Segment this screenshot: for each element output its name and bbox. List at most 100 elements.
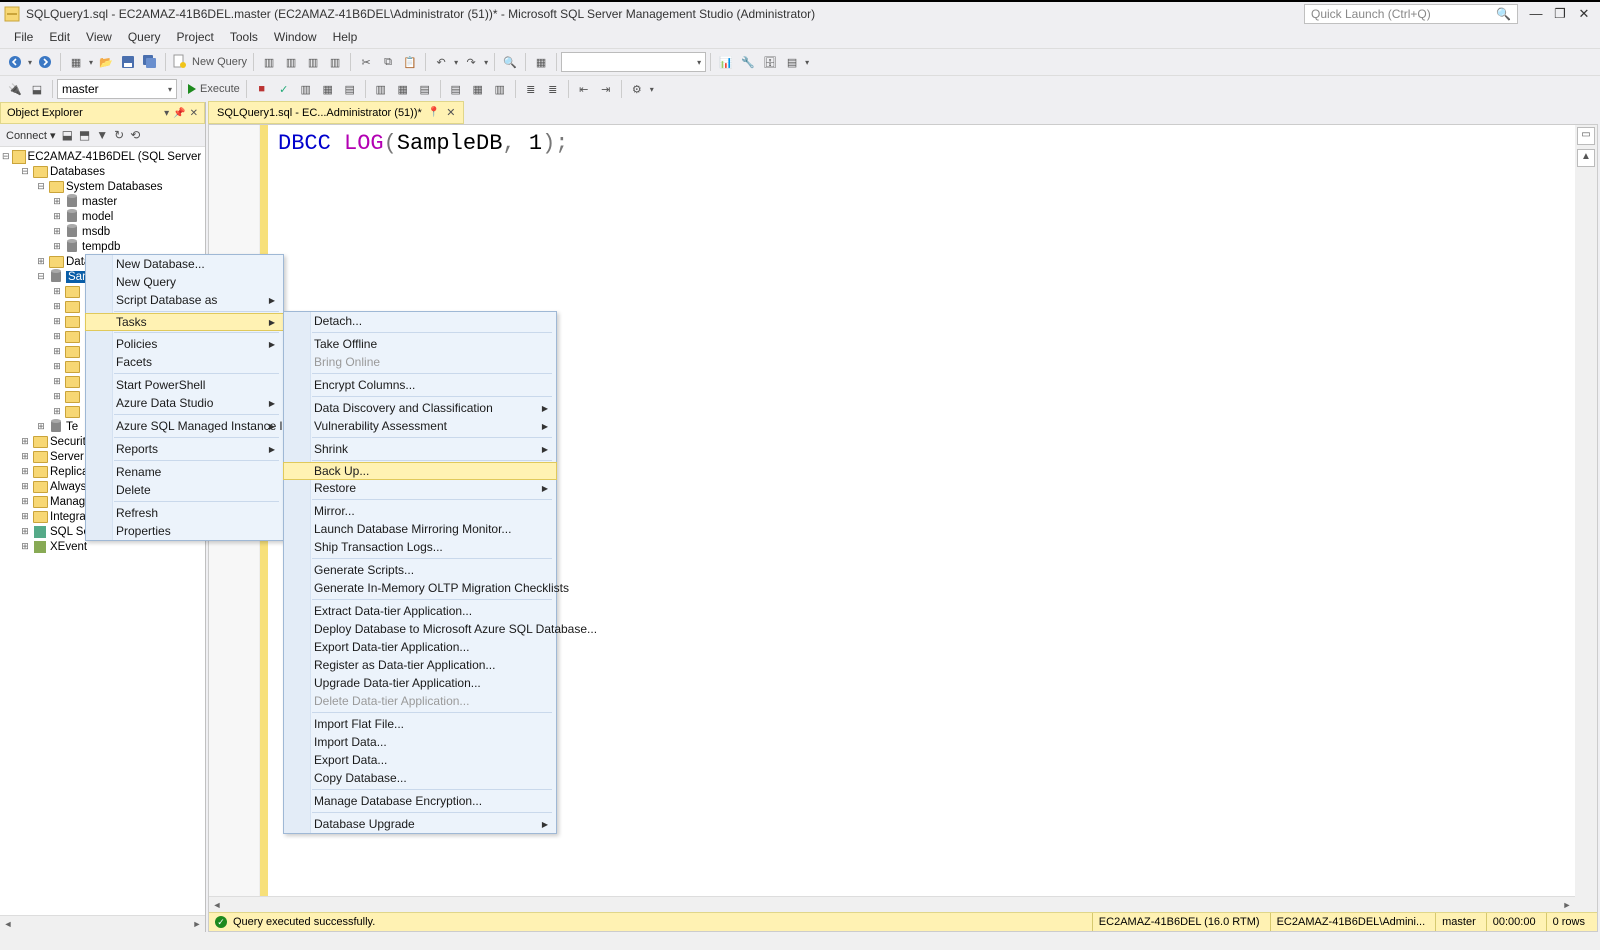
expander-icon[interactable]: ⊞ bbox=[20, 451, 30, 462]
menu-item[interactable]: Reports▶ bbox=[86, 440, 283, 458]
as-dmx-icon[interactable]: ▥ bbox=[304, 52, 322, 72]
expander-icon[interactable]: ⊞ bbox=[36, 421, 46, 432]
tree-node[interactable]: ⊞model bbox=[0, 209, 205, 224]
expander-icon[interactable]: ⊞ bbox=[52, 316, 62, 327]
expander-icon[interactable]: ⊟ bbox=[36, 271, 46, 282]
new-project-dropdown[interactable]: ▾ bbox=[89, 52, 93, 72]
tree-hscroll[interactable]: ◄ ► bbox=[0, 915, 205, 932]
decrease-indent-icon[interactable]: ⇤ bbox=[575, 79, 593, 99]
menu-tools[interactable]: Tools bbox=[222, 30, 266, 44]
menu-item[interactable]: Database Upgrade▶ bbox=[284, 815, 556, 833]
filter-icon[interactable]: ▼ bbox=[96, 128, 108, 142]
menu-item[interactable]: Refresh bbox=[86, 504, 283, 522]
expander-icon[interactable]: ⊞ bbox=[20, 481, 30, 492]
history-dropdown[interactable]: ▾ bbox=[28, 52, 32, 72]
menu-item[interactable]: Mirror... bbox=[284, 502, 556, 520]
maximize-button[interactable]: ❐ bbox=[1548, 5, 1572, 23]
results-to-grid-icon[interactable]: ▦ bbox=[469, 79, 487, 99]
redo-button[interactable]: ↷ bbox=[462, 52, 480, 72]
refresh-icon[interactable]: ↻ bbox=[114, 128, 124, 142]
expander-icon[interactable]: ⊞ bbox=[52, 196, 62, 207]
menu-item[interactable]: Detach... bbox=[284, 312, 556, 330]
expander-icon[interactable]: ⊞ bbox=[20, 526, 30, 537]
expander-icon[interactable]: ⊟ bbox=[36, 181, 46, 192]
close-button[interactable]: ✕ bbox=[1572, 5, 1596, 23]
find-icon[interactable]: 🔍 bbox=[501, 52, 519, 72]
cut-button[interactable]: ✂ bbox=[357, 52, 375, 72]
expander-icon[interactable]: ⊟ bbox=[2, 151, 10, 162]
save-all-button[interactable] bbox=[141, 52, 159, 72]
navigate-back-button[interactable] bbox=[6, 52, 24, 72]
quick-launch-search[interactable]: Quick Launch (Ctrl+Q) 🔍 bbox=[1304, 4, 1518, 24]
menu-item[interactable]: Policies▶ bbox=[86, 335, 283, 353]
expander-icon[interactable]: ⊞ bbox=[52, 226, 62, 237]
tree-node[interactable]: ⊞tempdb bbox=[0, 239, 205, 254]
expander-icon[interactable]: ⊞ bbox=[20, 436, 30, 447]
menu-item[interactable]: Vulnerability Assessment▶ bbox=[284, 417, 556, 435]
stop-button[interactable]: ■ bbox=[253, 79, 271, 99]
minimize-button[interactable]: — bbox=[1524, 5, 1548, 23]
pin-tab-icon[interactable]: 📍 bbox=[428, 107, 440, 118]
database-context-menu[interactable]: New Database...New QueryScript Database … bbox=[85, 254, 284, 541]
expander-icon[interactable]: ⊞ bbox=[52, 286, 62, 297]
expander-icon[interactable]: ⊞ bbox=[52, 331, 62, 342]
menu-item[interactable]: Azure SQL Managed Instance link▶ bbox=[86, 417, 283, 435]
close-panel-icon[interactable]: ✕ bbox=[190, 108, 198, 119]
expander-icon[interactable]: ⊞ bbox=[52, 241, 62, 252]
menu-item[interactable]: Encrypt Columns... bbox=[284, 376, 556, 394]
new-query-button[interactable]: New Query bbox=[172, 52, 247, 72]
menu-item[interactable]: Deploy Database to Microsoft Azure SQL D… bbox=[284, 620, 556, 638]
results-to-text-icon[interactable]: ▤ bbox=[447, 79, 465, 99]
track-changes-icon[interactable]: ▲ bbox=[1577, 149, 1595, 167]
undo-dropdown[interactable]: ▾ bbox=[454, 52, 458, 72]
menu-item[interactable]: Extract Data-tier Application... bbox=[284, 602, 556, 620]
connect-button[interactable]: Connect ▾ bbox=[6, 129, 56, 142]
expander-icon[interactable]: ⊞ bbox=[20, 511, 30, 522]
menu-item[interactable]: Azure Data Studio▶ bbox=[86, 394, 283, 412]
sync-icon[interactable]: ⟲ bbox=[130, 128, 140, 142]
specify-values-icon[interactable]: ⚙ bbox=[628, 79, 646, 99]
menu-item[interactable]: Properties bbox=[86, 522, 283, 540]
menu-item[interactable]: New Database... bbox=[86, 255, 283, 273]
expander-icon[interactable]: ⊞ bbox=[52, 361, 62, 372]
menu-item[interactable]: Take Offline bbox=[284, 335, 556, 353]
include-client-stats-icon[interactable]: ▤ bbox=[416, 79, 434, 99]
profiler-icon[interactable]: 🔧 bbox=[739, 52, 757, 72]
menu-item[interactable]: Delete bbox=[86, 481, 283, 499]
menu-help[interactable]: Help bbox=[325, 30, 366, 44]
menu-item[interactable]: Facets bbox=[86, 353, 283, 371]
include-actual-plan-icon[interactable]: ▥ bbox=[372, 79, 390, 99]
menu-edit[interactable]: Edit bbox=[41, 30, 78, 44]
scroll-left-icon[interactable]: ◄ bbox=[209, 900, 225, 910]
expander-icon[interactable]: ⊞ bbox=[52, 406, 62, 417]
scroll-left-icon[interactable]: ◄ bbox=[0, 919, 16, 929]
registered-servers-icon[interactable]: 🗄 bbox=[761, 52, 779, 72]
menu-item[interactable]: Script Database as▶ bbox=[86, 291, 283, 309]
tree-node[interactable]: ⊞msdb bbox=[0, 224, 205, 239]
change-connection-icon[interactable]: 🔌 bbox=[6, 79, 24, 99]
expander-icon[interactable]: ⊞ bbox=[52, 301, 62, 312]
parse-icon[interactable]: ✓ bbox=[275, 79, 293, 99]
menu-item[interactable]: Export Data... bbox=[284, 751, 556, 769]
menu-item[interactable]: Restore▶ bbox=[284, 479, 556, 497]
scroll-right-icon[interactable]: ► bbox=[1559, 900, 1575, 910]
split-icon[interactable]: ▭ bbox=[1577, 127, 1595, 145]
comment-icon[interactable]: ≣ bbox=[522, 79, 540, 99]
tree-node[interactable]: ⊟System Databases bbox=[0, 179, 205, 194]
expander-icon[interactable]: ⊞ bbox=[52, 391, 62, 402]
menu-project[interactable]: Project bbox=[169, 30, 222, 44]
editor-tab[interactable]: SQLQuery1.sql - EC...Administrator (51))… bbox=[208, 101, 464, 124]
query-options-icon[interactable]: ▦ bbox=[319, 79, 337, 99]
disconnect-icon[interactable]: ⬓ bbox=[62, 128, 73, 142]
database-dropdown[interactable]: master ▾ bbox=[57, 79, 177, 99]
execute-button[interactable]: Execute bbox=[188, 79, 240, 99]
toolbar1-overflow[interactable]: ▾ bbox=[805, 52, 809, 72]
close-tab-icon[interactable]: ✕ bbox=[446, 106, 455, 119]
stop-icon2[interactable]: ⬒ bbox=[79, 128, 90, 142]
menu-file[interactable]: File bbox=[6, 30, 41, 44]
expander-icon[interactable]: ⊟ bbox=[20, 166, 30, 177]
tree-node[interactable]: ⊞XEvent bbox=[0, 539, 205, 554]
tree-server-node[interactable]: ⊟ EC2AMAZ-41B6DEL (SQL Server 16.0.10...… bbox=[0, 149, 205, 164]
expander-icon[interactable]: ⊞ bbox=[52, 211, 62, 222]
display-plan-icon[interactable]: ▥ bbox=[297, 79, 315, 99]
